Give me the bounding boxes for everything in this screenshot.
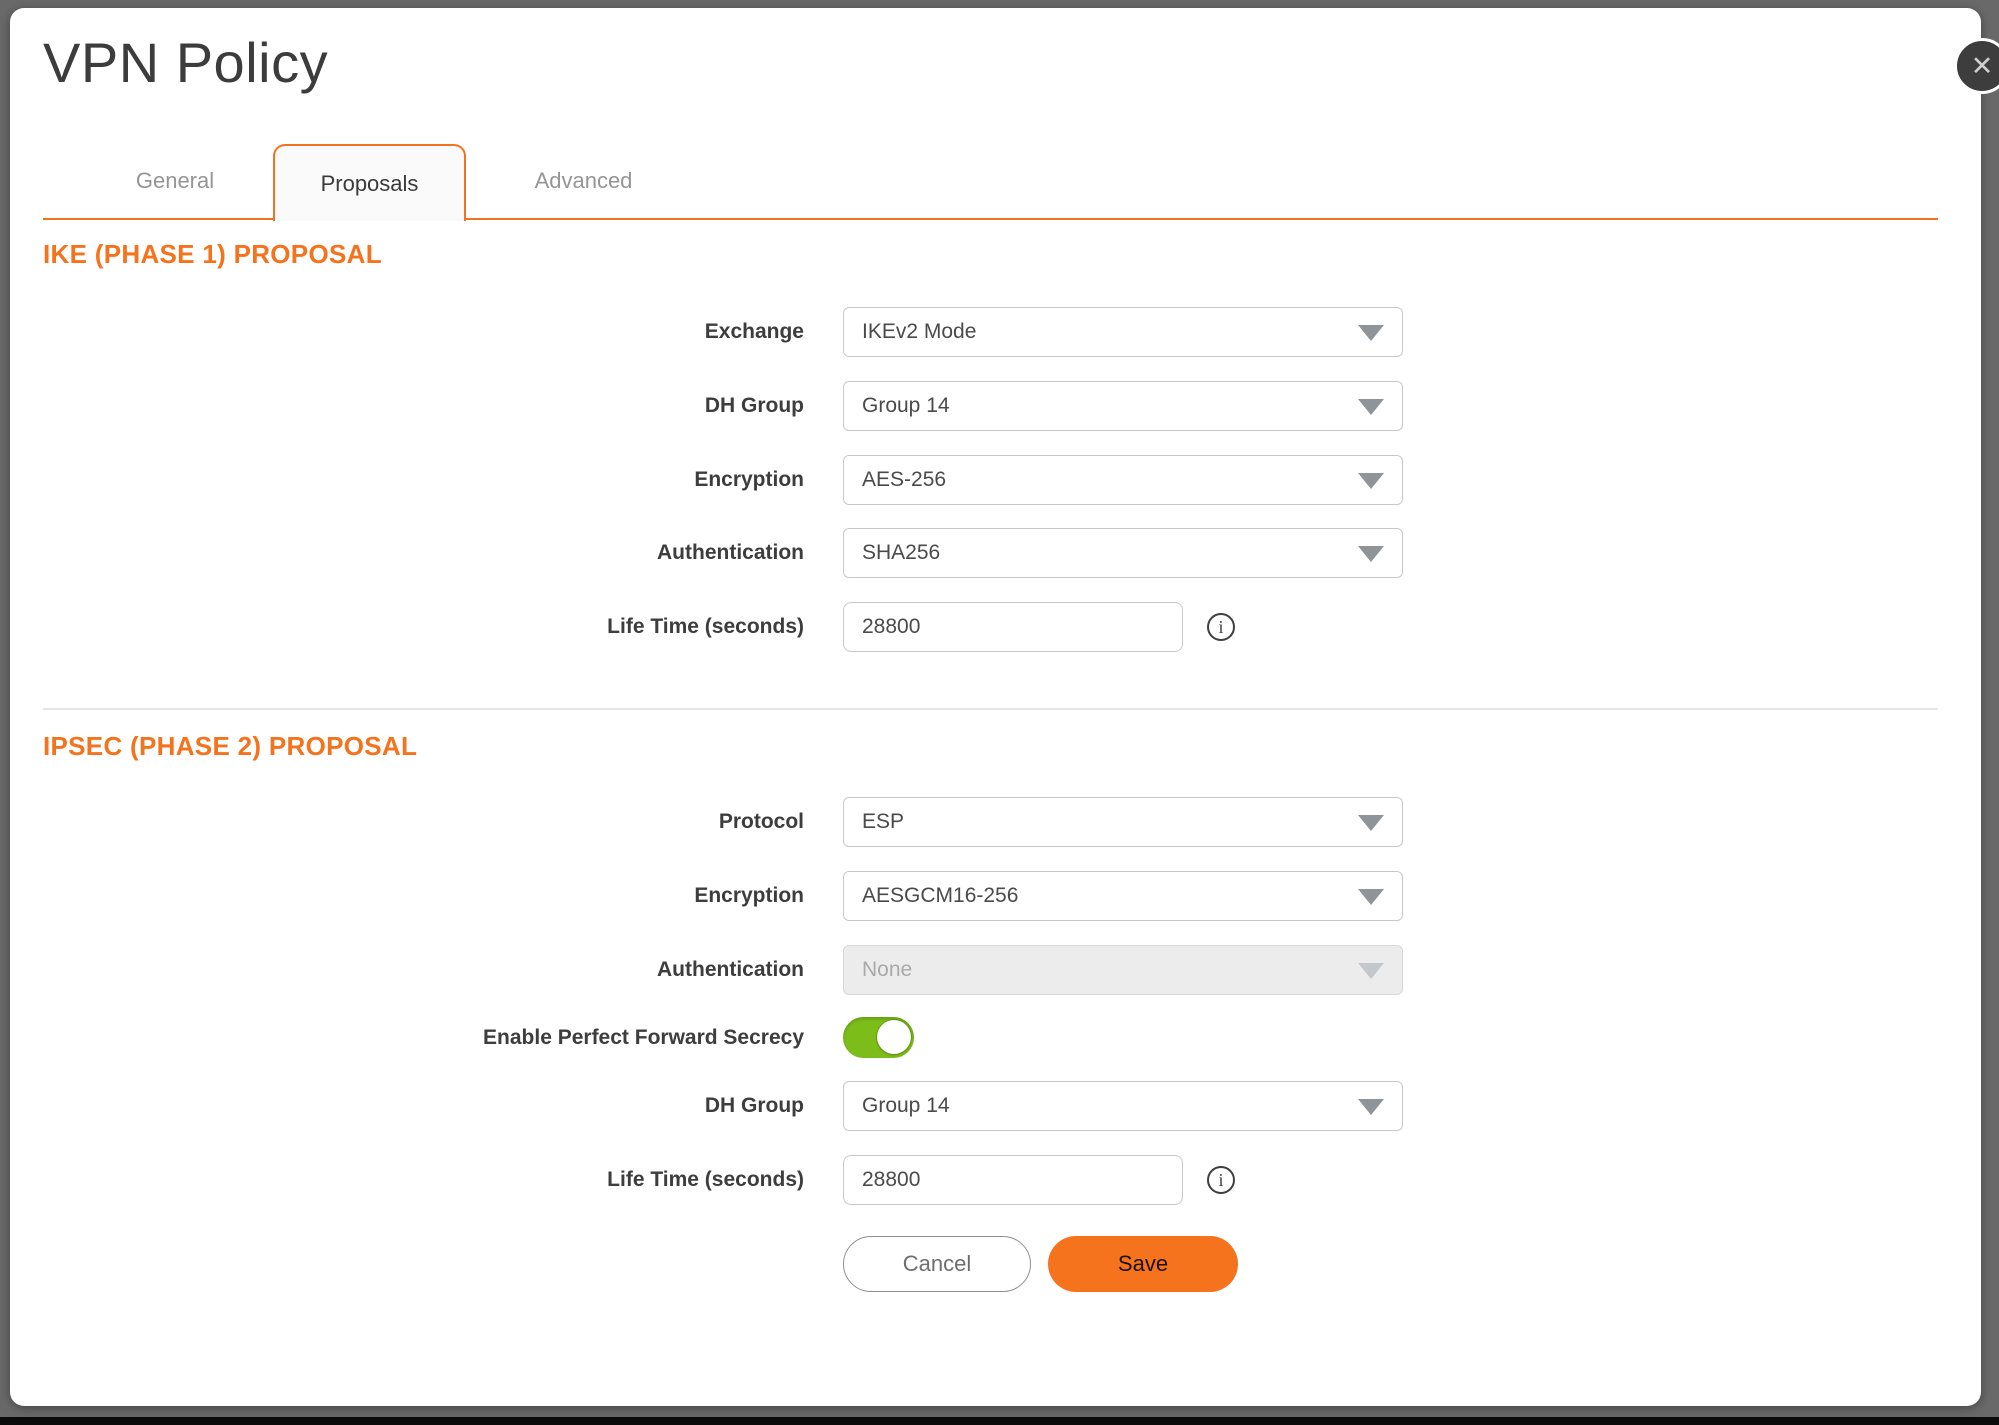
form-row-authentication-phase1: Authentication SHA256 bbox=[10, 528, 1981, 578]
form-row-perfect-forward-secrecy: Enable Perfect Forward Secrecy bbox=[10, 1017, 1981, 1058]
dh-group-label: DH Group bbox=[10, 381, 804, 431]
info-icon[interactable]: i bbox=[1207, 613, 1235, 641]
dh-group-label: DH Group bbox=[10, 1081, 804, 1131]
protocol-value: ESP bbox=[862, 810, 904, 834]
dh-group-select-phase2[interactable]: Group 14 bbox=[843, 1081, 1403, 1131]
form-row-exchange: Exchange IKEv2 Mode bbox=[10, 307, 1981, 357]
form-row-encryption-phase1: Encryption AES-256 bbox=[10, 455, 1981, 505]
authentication-select-phase1[interactable]: SHA256 bbox=[843, 528, 1403, 578]
save-button[interactable]: Save bbox=[1048, 1236, 1238, 1292]
chevron-down-icon bbox=[1358, 399, 1384, 415]
form-row-dh-group-phase1: DH Group Group 14 bbox=[10, 381, 1981, 431]
form-row-dh-group-phase2: DH Group Group 14 bbox=[10, 1081, 1981, 1131]
info-icon[interactable]: i bbox=[1207, 1166, 1235, 1194]
section-divider bbox=[43, 708, 1938, 710]
chevron-down-icon bbox=[1358, 473, 1384, 489]
chevron-down-icon bbox=[1358, 546, 1384, 562]
chevron-down-icon bbox=[1358, 1099, 1384, 1115]
form-row-life-time-phase2: Life Time (seconds) i bbox=[10, 1155, 1981, 1205]
exchange-select[interactable]: IKEv2 Mode bbox=[843, 307, 1403, 357]
chevron-down-icon bbox=[1358, 963, 1384, 979]
dh-group-select-phase1[interactable]: Group 14 bbox=[843, 381, 1403, 431]
life-time-input-phase1[interactable] bbox=[843, 602, 1183, 652]
form-row-life-time-phase1: Life Time (seconds) i bbox=[10, 602, 1981, 652]
authentication-label: Authentication bbox=[10, 945, 804, 995]
toggle-knob bbox=[877, 1020, 911, 1054]
exchange-value: IKEv2 Mode bbox=[862, 320, 976, 344]
dh-group-value: Group 14 bbox=[862, 394, 950, 418]
tab-general[interactable]: General bbox=[77, 144, 273, 218]
close-icon: ✕ bbox=[1971, 53, 1994, 80]
tab-label: Advanced bbox=[535, 168, 633, 194]
section-heading-ike-phase1: IKE (PHASE 1) PROPOSAL bbox=[43, 239, 382, 270]
dh-group-value: Group 14 bbox=[862, 1094, 950, 1118]
pfs-label: Enable Perfect Forward Secrecy bbox=[10, 1017, 804, 1058]
chevron-down-icon bbox=[1358, 815, 1384, 831]
cancel-button[interactable]: Cancel bbox=[843, 1236, 1031, 1292]
tab-label: Proposals bbox=[321, 171, 419, 197]
vpn-policy-dialog: VPN Policy ✕ General Proposals Advanced … bbox=[10, 8, 1981, 1406]
chevron-down-icon bbox=[1358, 325, 1384, 341]
encryption-select-phase1[interactable]: AES-256 bbox=[843, 455, 1403, 505]
life-time-label: Life Time (seconds) bbox=[10, 602, 804, 652]
life-time-input-phase2[interactable] bbox=[843, 1155, 1183, 1205]
authentication-value: SHA256 bbox=[862, 541, 940, 565]
protocol-select[interactable]: ESP bbox=[843, 797, 1403, 847]
form-row-authentication-phase2: Authentication None bbox=[10, 945, 1981, 995]
protocol-label: Protocol bbox=[10, 797, 804, 847]
encryption-label: Encryption bbox=[10, 871, 804, 921]
section-heading-ipsec-phase2: IPSEC (PHASE 2) PROPOSAL bbox=[43, 731, 417, 762]
encryption-label: Encryption bbox=[10, 455, 804, 505]
encryption-value: AES-256 bbox=[862, 468, 946, 492]
authentication-select-phase2-disabled: None bbox=[843, 945, 1403, 995]
authentication-label: Authentication bbox=[10, 528, 804, 578]
form-row-protocol: Protocol ESP bbox=[10, 797, 1981, 847]
chevron-down-icon bbox=[1358, 889, 1384, 905]
tab-advanced[interactable]: Advanced bbox=[466, 144, 701, 218]
life-time-label: Life Time (seconds) bbox=[10, 1155, 804, 1205]
form-row-encryption-phase2: Encryption AESGCM16-256 bbox=[10, 871, 1981, 921]
encryption-select-phase2[interactable]: AESGCM16-256 bbox=[843, 871, 1403, 921]
tab-proposals[interactable]: Proposals bbox=[273, 144, 466, 221]
close-button[interactable]: ✕ bbox=[1954, 38, 1999, 94]
tab-label: General bbox=[136, 168, 214, 194]
encryption-value: AESGCM16-256 bbox=[862, 884, 1018, 908]
authentication-value: None bbox=[862, 958, 912, 982]
exchange-label: Exchange bbox=[10, 307, 804, 357]
page-title: VPN Policy bbox=[43, 30, 328, 95]
pfs-toggle-on[interactable] bbox=[843, 1017, 914, 1058]
